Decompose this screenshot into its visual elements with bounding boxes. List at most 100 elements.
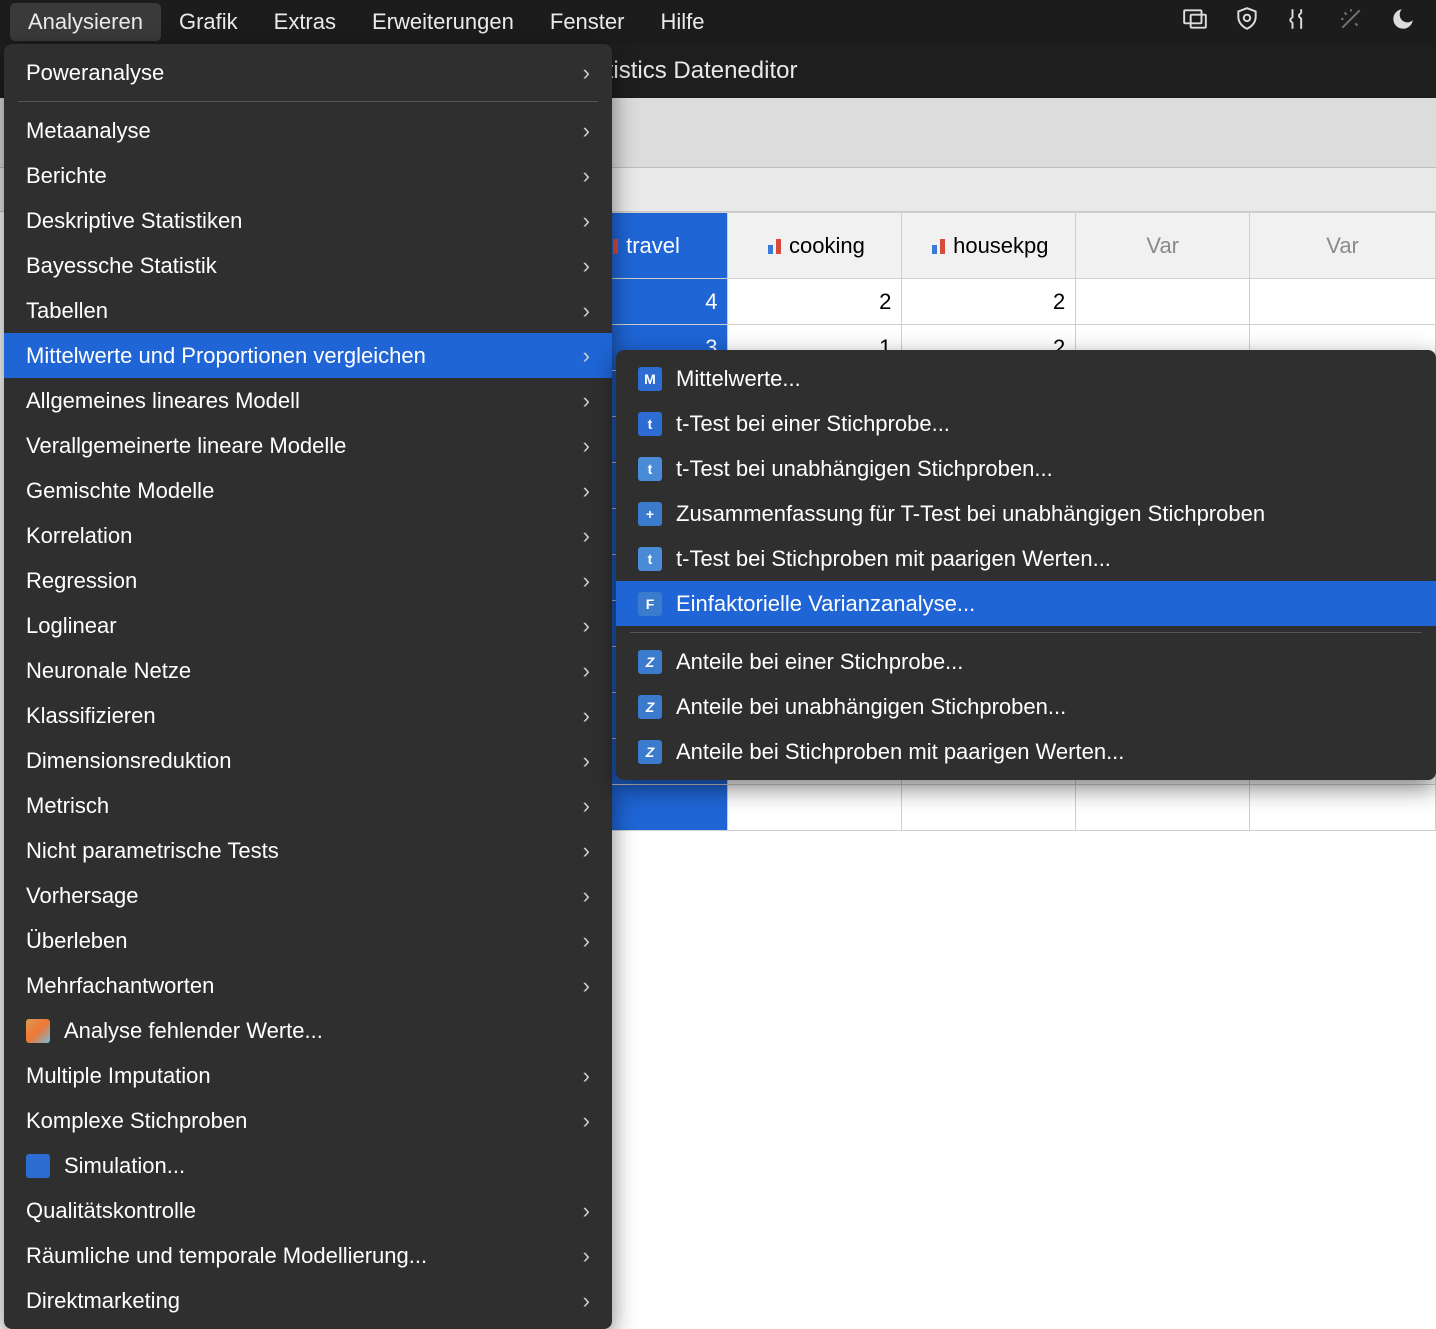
menu-item-label: Direktmarketing [26, 1288, 539, 1314]
stat-Z-icon: Z [638, 650, 662, 674]
menu-item[interactable]: Multiple Imputation› [4, 1053, 612, 1098]
menu-item[interactable]: Qualitätskontrolle› [4, 1188, 612, 1233]
submenu-item[interactable]: tt-Test bei Stichproben mit paarigen Wer… [616, 536, 1436, 581]
moon-icon[interactable] [1390, 6, 1416, 38]
menu-item[interactable]: Mittelwerte und Proportionen vergleichen… [4, 333, 612, 378]
table-row[interactable]: 1422 [495, 279, 1436, 325]
menu-item[interactable]: Komplexe Stichproben› [4, 1098, 612, 1143]
stat-t2-icon: t [638, 547, 662, 571]
menu-item-label: Simulation... [64, 1153, 590, 1179]
column-header-cooking[interactable]: cooking [728, 213, 902, 279]
menu-item[interactable]: Nicht parametrische Tests› [4, 828, 612, 873]
menu-grafik[interactable]: Grafik [161, 3, 256, 41]
cell[interactable]: 2 [728, 279, 902, 325]
chevron-right-icon: › [583, 208, 590, 234]
menu-item[interactable]: Poweranalyse› [4, 50, 612, 95]
menu-item[interactable]: Klassifizieren› [4, 693, 612, 738]
submenu-item[interactable]: +Zusammenfassung für T-Test bei unabhäng… [616, 491, 1436, 536]
chevron-right-icon: › [583, 973, 590, 999]
menu-item[interactable]: Regression› [4, 558, 612, 603]
chevron-right-icon: › [583, 523, 590, 549]
menu-item[interactable]: Metrisch› [4, 783, 612, 828]
submenu-item[interactable]: FEinfaktorielle Varianzanalyse... [616, 581, 1436, 626]
cell[interactable] [1076, 279, 1250, 325]
menu-item[interactable]: Gemischte Modelle› [4, 468, 612, 513]
column-header-housekpg[interactable]: housekpg [902, 213, 1076, 279]
cell[interactable] [902, 785, 1076, 831]
menu-item-label: Dimensionsreduktion [26, 748, 539, 774]
menu-item[interactable]: Allgemeines lineares Modell› [4, 378, 612, 423]
chevron-right-icon: › [583, 298, 590, 324]
menu-item[interactable]: Neuronale Netze› [4, 648, 612, 693]
menu-item[interactable]: Berichte› [4, 153, 612, 198]
menu-item[interactable]: Verallgemeinerte lineare Modelle› [4, 423, 612, 468]
wand-icon[interactable] [1338, 6, 1364, 38]
table-row[interactable]: 1 [495, 785, 1436, 831]
stat-Z-icon: Z [638, 740, 662, 764]
chevron-right-icon: › [583, 253, 590, 279]
menu-item[interactable]: Loglinear› [4, 603, 612, 648]
menu-item[interactable]: Tabellen › [4, 288, 612, 333]
column-header-label: housekpg [953, 234, 1048, 257]
monitor-icon[interactable] [1182, 6, 1208, 38]
menu-item-label: Gemischte Modelle [26, 478, 539, 504]
column-header-var-1[interactable]: Var [1076, 213, 1250, 279]
menu-extras[interactable]: Extras [256, 3, 354, 41]
menu-item-label: Mittelwerte und Proportionen vergleichen [26, 343, 539, 369]
menu-item-label: Überleben [26, 928, 539, 954]
menu-item-label: Qualitätskontrolle [26, 1198, 539, 1224]
submenu-item[interactable]: tt-Test bei einer Stichprobe... [616, 401, 1436, 446]
bar-chart-icon [765, 236, 785, 256]
menu-item-label: Neuronale Netze [26, 658, 539, 684]
menu-item[interactable]: Mehrfachantworten › [4, 963, 612, 1008]
chevron-right-icon: › [583, 568, 590, 594]
column-header-label: cooking [789, 234, 865, 257]
menu-item[interactable]: Deskriptive Statistiken › [4, 198, 612, 243]
cell[interactable] [1076, 785, 1250, 831]
submenu-item[interactable]: ZAnteile bei unabhängigen Stichproben... [616, 684, 1436, 729]
menu-item[interactable]: Räumliche und temporale Modellierung...› [4, 1233, 612, 1278]
stat-M-icon: M [638, 367, 662, 391]
cell[interactable] [728, 785, 902, 831]
menu-item[interactable]: Dimensionsreduktion› [4, 738, 612, 783]
submenu-item-label: t-Test bei einer Stichprobe... [676, 411, 1414, 437]
menu-item[interactable]: Korrelation› [4, 513, 612, 558]
menu-item[interactable]: Metaanalyse› [4, 108, 612, 153]
chevron-right-icon: › [583, 703, 590, 729]
chevron-right-icon: › [583, 343, 590, 369]
submenu-item[interactable]: tt-Test bei unabhängigen Stichproben... [616, 446, 1436, 491]
chevron-right-icon: › [583, 163, 590, 189]
submenu-item[interactable]: ZAnteile bei einer Stichprobe... [616, 639, 1436, 684]
submenu-item-label: Zusammenfassung für T-Test bei unabhängi… [676, 501, 1414, 527]
menu-item[interactable]: Simulation... [4, 1143, 612, 1188]
chevron-right-icon: › [583, 613, 590, 639]
menu-analysieren[interactable]: Analysieren [10, 3, 161, 41]
menu-item-label: Allgemeines lineares Modell [26, 388, 539, 414]
submenu-item[interactable]: MMittelwerte... [616, 356, 1436, 401]
column-header-label: Var [1146, 233, 1179, 258]
menu-item[interactable]: Direktmarketing› [4, 1278, 612, 1323]
menu-fenster[interactable]: Fenster [532, 3, 643, 41]
chevron-right-icon: › [583, 793, 590, 819]
menu-item-label: Tabellen [26, 298, 539, 324]
submenu-item[interactable]: ZAnteile bei Stichproben mit paarigen We… [616, 729, 1436, 774]
cell[interactable] [1250, 279, 1436, 325]
menu-item[interactable]: Überleben › [4, 918, 612, 963]
column-header-var-2[interactable]: Var [1250, 213, 1436, 279]
menu-item[interactable]: Analyse fehlender Werte... [4, 1008, 612, 1053]
menu-item-label: Mehrfachantworten [26, 973, 539, 999]
shield-icon[interactable] [1234, 6, 1260, 38]
cell[interactable] [1250, 785, 1436, 831]
sim-icon [26, 1154, 50, 1178]
menu-item[interactable]: Bayessche Statistik› [4, 243, 612, 288]
submenu-item-label: Anteile bei unabhängigen Stichproben... [676, 694, 1414, 720]
chevron-right-icon: › [583, 928, 590, 954]
menu-erweiterungen[interactable]: Erweiterungen [354, 3, 532, 41]
tools-icon[interactable] [1286, 6, 1312, 38]
menu-item[interactable]: Vorhersage› [4, 873, 612, 918]
menu-hilfe[interactable]: Hilfe [642, 3, 722, 41]
menu-item-label: Analyse fehlender Werte... [64, 1018, 590, 1044]
cell[interactable]: 2 [902, 279, 1076, 325]
menu-item-label: Deskriptive Statistiken [26, 208, 539, 234]
bar-chart-icon [929, 236, 949, 256]
